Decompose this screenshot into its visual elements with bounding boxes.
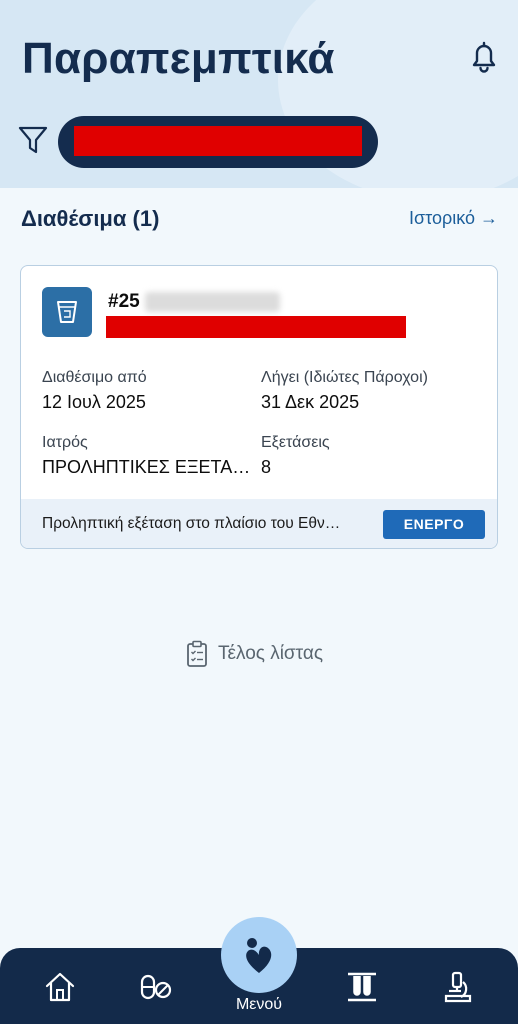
menu-button[interactable] xyxy=(221,917,297,993)
card-footer: Προληπτική εξέταση στο πλαίσιο του Εθν… … xyxy=(21,499,497,548)
available-from-value: 12 Ιουλ 2025 xyxy=(42,392,146,412)
filter-chip[interactable] xyxy=(58,116,378,168)
expires-label: Λήγει (Ιδιώτες Πάροχοι) xyxy=(261,369,428,386)
redacted-filter-value xyxy=(74,126,362,156)
exams-value: 8 xyxy=(261,457,272,477)
filter-icon[interactable] xyxy=(18,124,48,156)
menu-label: Μενού xyxy=(235,996,283,1013)
menu-heart-icon xyxy=(246,938,272,973)
section-header: Διαθέσιμα (1) Ιστορικό → xyxy=(0,200,518,240)
header: Παραπεμπτικά xyxy=(0,0,518,188)
referral-description: Προληπτική εξέταση στο πλαίσιο του Εθν… xyxy=(42,515,341,532)
end-of-list-text: Τέλος λίστας xyxy=(218,643,324,664)
doctor-value: ΠΡΟΛΗΠΤΙΚΕΣ ΕΞΕΤΑ… xyxy=(42,457,251,477)
status-badge: ΕΝΕΡΓΟ xyxy=(383,510,485,539)
referral-card[interactable]: #25 Διαθέσιμο από 12 Ιουλ 2025 Λήγει (Ιδ… xyxy=(20,265,498,549)
history-link[interactable]: Ιστορικό → xyxy=(409,208,498,229)
exams-label: Εξετάσεις xyxy=(261,434,330,451)
expires-value: 31 Δεκ 2025 xyxy=(261,392,360,412)
available-from-label: Διαθέσιμο από xyxy=(42,369,147,386)
referral-number: #25 xyxy=(108,291,140,312)
clipboard-list-icon xyxy=(187,640,207,667)
notifications-bell-icon[interactable] xyxy=(468,40,500,74)
doctor-label: Ιατρός xyxy=(42,434,88,451)
blurred-referral-number xyxy=(145,292,280,312)
redacted-referral-title xyxy=(106,316,406,338)
page-title: Παραπεμπτικά xyxy=(22,34,335,83)
section-title: Διαθέσιμα (1) xyxy=(21,206,160,231)
referral-cup-icon xyxy=(42,287,92,337)
